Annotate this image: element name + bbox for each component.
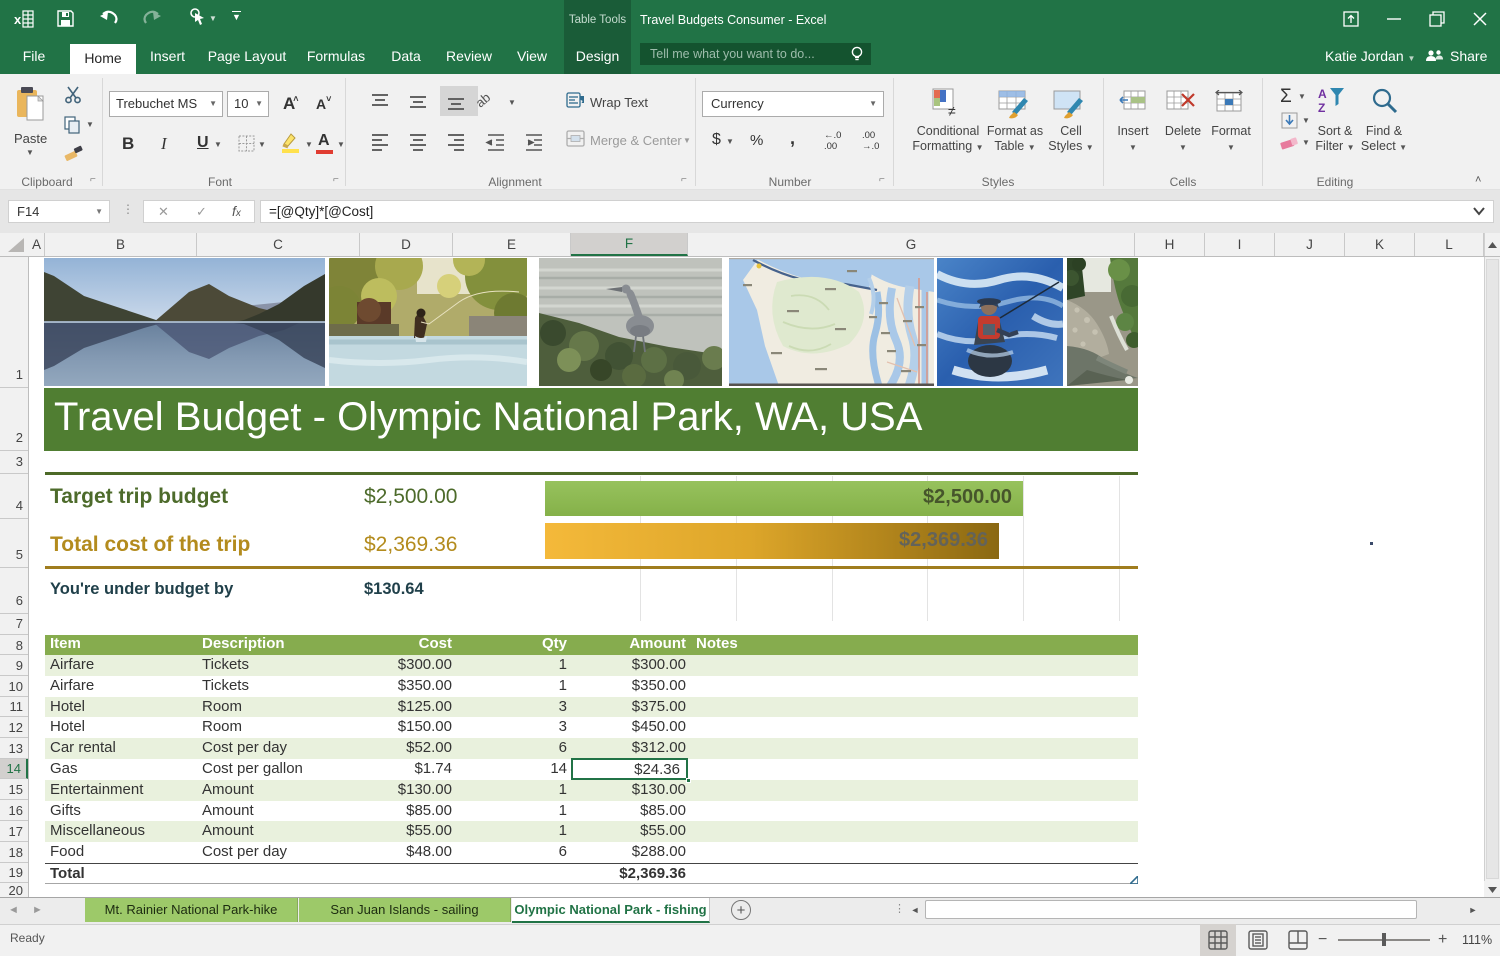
svg-text:A: A <box>1318 87 1327 101</box>
svg-text:x: x <box>14 12 22 27</box>
svg-text:Z: Z <box>1318 101 1325 115</box>
svg-text:≠: ≠ <box>948 103 956 119</box>
svg-text:ab: ab <box>473 92 494 110</box>
